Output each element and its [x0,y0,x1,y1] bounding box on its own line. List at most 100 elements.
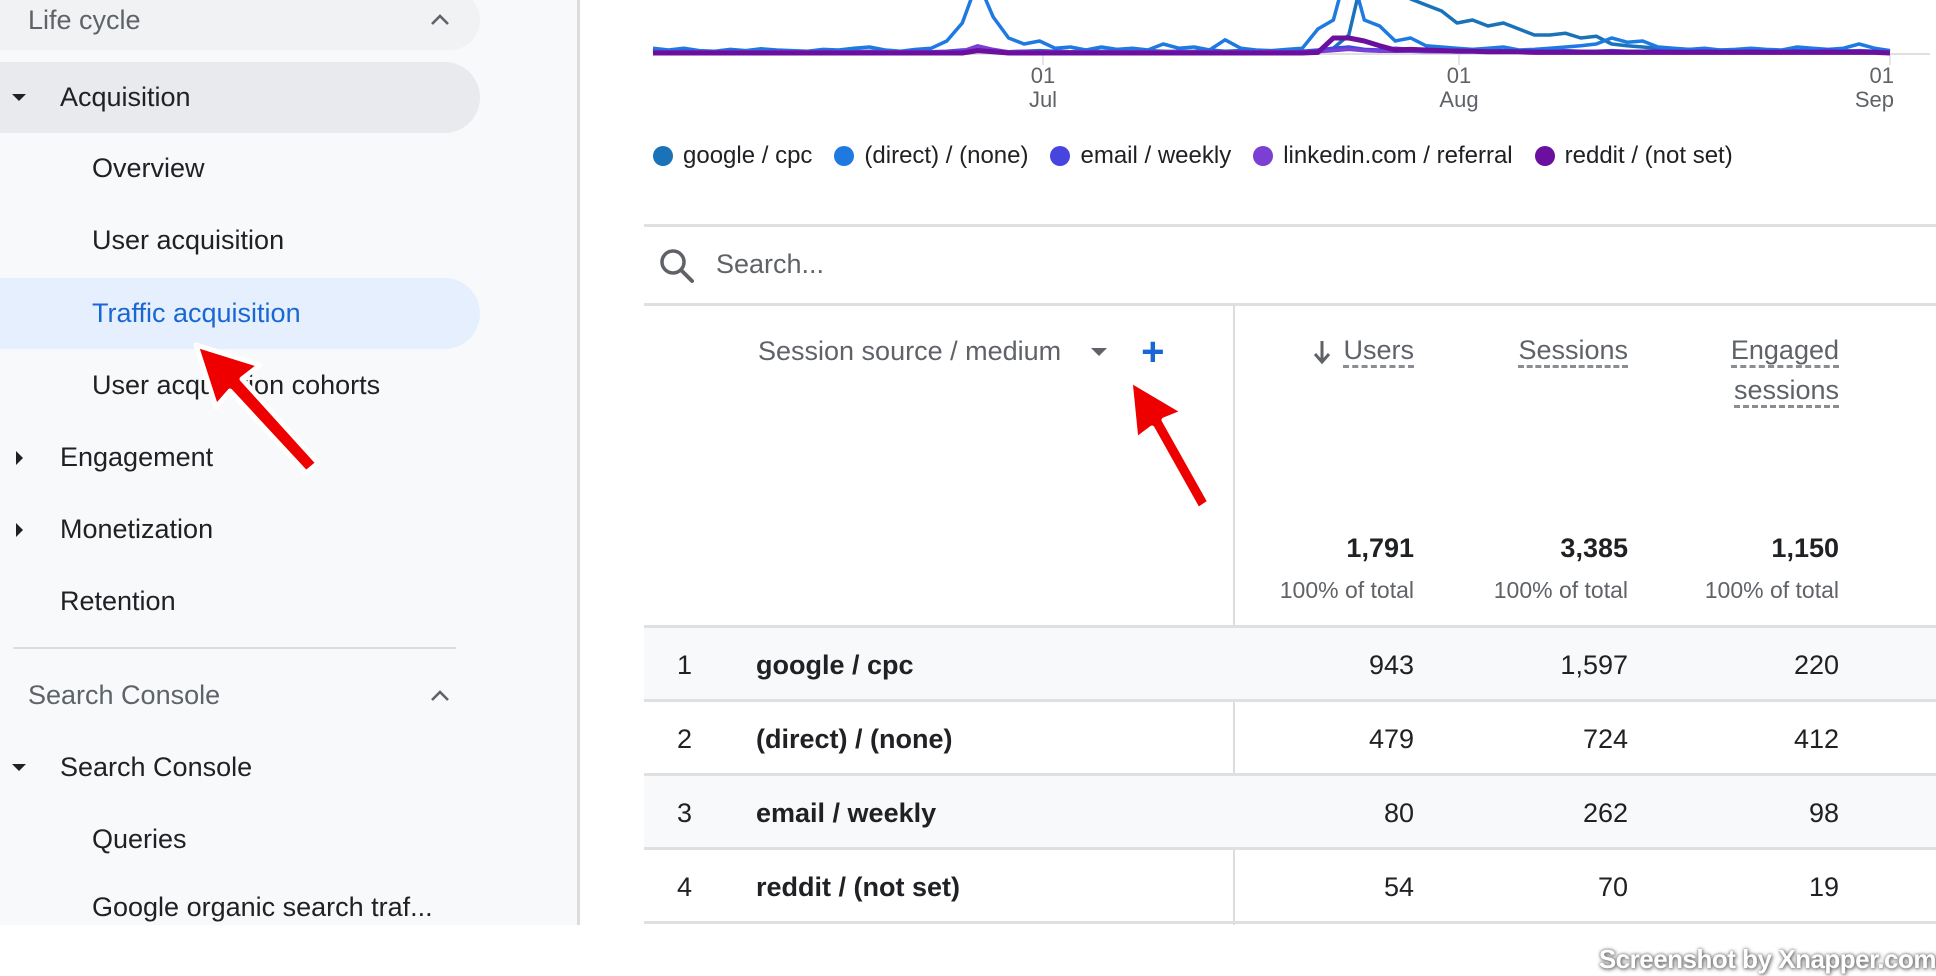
total-users-pct: 100% of total [1279,577,1414,603]
divider [644,303,1936,306]
table-row[interactable]: 1 google / cpc 943 1,597 220 [644,628,1936,702]
column-header-engaged-sessions[interactable]: Engaged sessions [1730,330,1839,410]
chevron-up-icon[interactable] [430,688,450,702]
sidebar-item-engagement[interactable]: Engagement [0,422,480,493]
legend-label: reddit / (not set) [1564,142,1733,169]
column-header-label: Sessions [1518,335,1628,368]
row-dimension[interactable]: reddit / (not set) [756,872,960,903]
legend-label: linkedin.com / referral [1283,142,1513,169]
add-dimension-button[interactable]: + [1141,332,1164,372]
cell-sessions: 262 [1582,798,1628,828]
sidebar-item-label: Engagement [60,442,214,472]
series-line-google-cpc [652,0,1891,54]
sidebar-item-label: Google organic search traf... [92,892,433,922]
sidebar-item-label: Traffic acquisition [92,298,301,328]
column-header-label: sessions [1733,375,1839,408]
sidebar-item-traffic-acquisition[interactable]: Traffic acquisition [0,278,480,349]
legend-label: google / cpc [683,142,813,169]
sidebar-section-search-console[interactable]: Search Console [0,660,480,731]
caret-down-icon[interactable] [12,91,26,105]
legend-dot-icon [1534,146,1555,166]
sidebar-item-label: Retention [60,586,176,616]
cell-sessions: 724 [1582,724,1628,754]
table-row[interactable]: 2 (direct) / (none) 479 724 412 [644,702,1936,776]
legend-dot-icon [1253,146,1274,166]
search-icon [660,249,694,283]
legend-label: (direct) / (none) [864,142,1029,169]
total-engaged-sessions-pct: 100% of total [1704,577,1839,603]
x-tick-label: 01 Sep [1854,63,1894,112]
sidebar-item-label: User acquisition cohorts [92,370,381,400]
legend-item-google-cpc[interactable]: google / cpc [653,142,812,170]
sidebar-item-label: Overview [92,153,205,183]
row-dimension[interactable]: email / weekly [756,798,936,829]
legend-item-email-weekly[interactable]: email / weekly [1050,142,1231,170]
sidebar-item-queries[interactable]: Queries [0,804,480,875]
sidebar-divider [13,647,456,649]
column-header-label: Users [1343,335,1414,368]
cell-users: 54 [1383,872,1414,902]
row-index: 3 [677,798,693,828]
legend-item-direct-none[interactable]: (direct) / (none) [834,142,1028,170]
sidebar-item-label: User acquisition [92,225,285,255]
section-label: Life cycle [28,4,141,35]
sidebar-item-overview[interactable]: Overview [0,133,480,204]
table-row[interactable]: 4 reddit / (not set) 54 70 19 [644,850,1936,924]
dimension-header-label[interactable]: Session source / medium [758,336,1061,367]
sidebar-item-google-organic-search-traffic[interactable]: Google organic search traf... [0,876,480,925]
series-line-reddit-not-set [653,35,1891,56]
row-dimension[interactable]: (direct) / (none) [756,724,953,755]
chevron-up-icon[interactable] [430,12,450,26]
sidebar-item-search-console[interactable]: Search Console [0,732,480,803]
table-search [644,227,1936,304]
table-row[interactable]: 3 email / weekly 80 262 98 [644,776,1936,850]
cell-users: 479 [1368,724,1414,754]
x-tick-label: 01 Jul [1028,63,1058,112]
cell-users: 80 [1383,798,1414,828]
sidebar-item-label: Monetization [60,514,214,544]
row-index: 1 [677,650,693,680]
total-sessions-pct: 100% of total [1493,577,1628,603]
caret-down-icon[interactable] [12,761,26,775]
cell-sessions: 1,597 [1560,650,1628,680]
arrow-down-icon [1314,340,1331,365]
cell-engaged-sessions: 98 [1808,798,1839,828]
sidebar-item-monetization[interactable]: Monetization [0,494,480,565]
section-label: Search Console [28,680,221,710]
chart-plot [652,0,1930,65]
sidebar-section-life-cycle[interactable]: Life cycle [0,0,480,50]
cell-users: 943 [1368,650,1414,680]
sidebar-item-user-acquisition-cohorts[interactable]: User acquisition cohorts [0,350,480,421]
row-dimension[interactable]: google / cpc [756,650,914,681]
dimension-header: Session source / medium + [758,332,1165,372]
sidebar-item-label: Search Console [60,752,253,782]
legend-item-reddit-not-set[interactable]: reddit / (not set) [1534,142,1733,170]
traffic-line-chart: 01 Jul 01 Aug 01 Sep [640,0,1936,120]
annotation-arrow [1127,377,1213,513]
search-input[interactable] [716,239,1716,289]
cell-engaged-sessions: 412 [1793,724,1839,754]
legend-dot-icon [834,146,855,166]
total-engaged-sessions: 1,150 [1771,533,1839,563]
column-header-users[interactable]: Users [1313,330,1414,370]
legend-item-linkedin-referral[interactable]: linkedin.com / referral [1253,142,1513,170]
total-sessions: 3,385 [1560,533,1628,563]
caret-right-icon[interactable] [12,450,26,465]
cell-engaged-sessions: 220 [1793,650,1839,680]
row-index: 2 [677,724,693,754]
caret-right-icon[interactable] [12,522,26,537]
sidebar-item-retention[interactable]: Retention [0,566,480,637]
sidebar-item-user-acquisition[interactable]: User acquisition [0,205,480,276]
sidebar-item-acquisition[interactable]: Acquisition [0,62,480,133]
legend-dot-icon [1050,146,1071,166]
cell-sessions: 70 [1597,872,1628,902]
dropdown-caret-icon[interactable] [1091,344,1108,360]
x-tick-label: 01 Aug [1439,63,1479,112]
column-header-label: Engaged [1730,335,1839,368]
chart-legend: google / cpc (direct) / (none) email / w… [653,138,1733,174]
legend-label: email / weekly [1080,142,1232,169]
divider [644,921,1936,924]
total-users: 1,791 [1346,533,1414,563]
series-line-direct-none [652,0,1891,53]
column-header-sessions[interactable]: Sessions [1518,330,1628,370]
